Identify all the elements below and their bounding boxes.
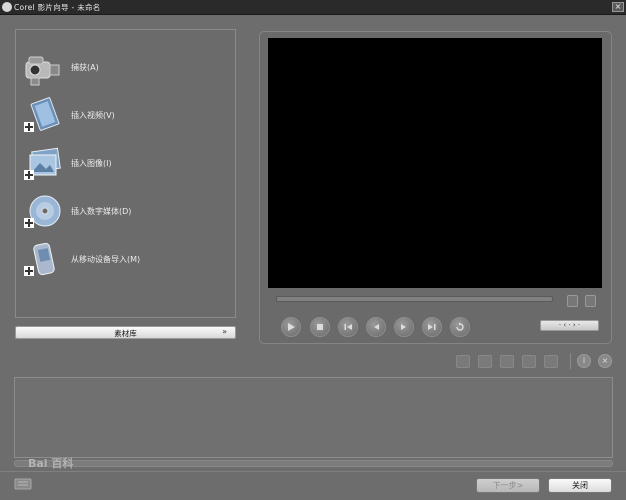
split-button[interactable]	[500, 355, 514, 368]
trim-button[interactable]	[478, 355, 492, 368]
mobile-device-icon	[24, 242, 55, 276]
camcorder-icon	[25, 56, 60, 86]
import-mobile-item[interactable]: 从移动设备导入(M)	[23, 240, 228, 280]
insert-video-icon	[24, 97, 60, 132]
timecode-field[interactable]: · ‹ · › ·	[540, 320, 599, 331]
seek-bar[interactable]	[276, 296, 553, 302]
insert-image-item[interactable]: 插入图像(I)	[23, 144, 228, 184]
repeat-button[interactable]	[450, 317, 470, 337]
skip-start-icon	[344, 324, 352, 330]
stop-button[interactable]	[310, 317, 330, 337]
mark-in-button[interactable]	[567, 295, 578, 307]
window-close-button[interactable]: ×	[612, 2, 624, 12]
step-forward-icon	[401, 324, 406, 330]
home-button[interactable]	[338, 317, 358, 337]
insert-video-label: 插入视频(V)	[71, 111, 115, 120]
import-mobile-label: 从移动设备导入(M)	[71, 255, 141, 264]
baidu-watermark: Bai 百科	[28, 457, 74, 470]
repeat-icon	[456, 322, 464, 331]
skip-end-icon	[428, 324, 436, 330]
capture-label: 捕获(A)	[71, 63, 99, 72]
storyboard-scrollbar[interactable]	[14, 460, 613, 467]
step-back-icon	[374, 324, 379, 330]
save-frame-button[interactable]	[456, 355, 470, 368]
keyboard-icon	[14, 478, 32, 490]
chevron-double-icon: »	[222, 327, 227, 336]
app-window: Corel 影片向导 - 未命名 × 捕获(A) 插入视频(V) 插入图像(I)…	[0, 0, 626, 500]
toolbar-divider	[570, 353, 571, 369]
insert-disc-icon	[24, 195, 61, 228]
corel-logo-icon	[2, 2, 12, 12]
storyboard-area[interactable]	[14, 377, 613, 458]
insert-image-label: 插入图像(I)	[71, 159, 112, 168]
play-button[interactable]	[281, 317, 301, 337]
play-icon	[288, 323, 295, 331]
import-panel: 捕获(A) 插入视频(V) 插入图像(I) 插入数字媒体(D) 从移动设备导入(…	[15, 29, 236, 318]
preview-screen	[268, 38, 602, 288]
delete-button[interactable]: ×	[598, 354, 612, 368]
previous-frame-button[interactable]	[366, 317, 386, 337]
close-button[interactable]: 关闭	[548, 478, 612, 493]
move-right-button[interactable]	[544, 355, 558, 368]
library-toggle-bar[interactable]: 素材库 »	[15, 326, 236, 339]
next-button[interactable]: 下一步>	[476, 478, 540, 493]
insert-image-icon	[24, 147, 61, 180]
library-label: 素材库	[114, 329, 137, 338]
move-left-button[interactable]	[522, 355, 536, 368]
window-title: Corel 影片向导 - 未命名	[14, 3, 101, 12]
insert-digital-media-label: 插入数字媒体(D)	[71, 207, 132, 216]
insert-video-item[interactable]: 插入视频(V)	[23, 96, 228, 136]
mark-out-button[interactable]	[585, 295, 596, 307]
stop-icon	[317, 324, 323, 330]
capture-item[interactable]: 捕获(A)	[23, 48, 228, 88]
info-button[interactable]: i	[577, 354, 591, 368]
next-frame-button[interactable]	[394, 317, 414, 337]
end-button[interactable]	[422, 317, 442, 337]
title-bar: Corel 影片向导 - 未命名 ×	[0, 0, 626, 15]
insert-digital-media-item[interactable]: 插入数字媒体(D)	[23, 192, 228, 232]
